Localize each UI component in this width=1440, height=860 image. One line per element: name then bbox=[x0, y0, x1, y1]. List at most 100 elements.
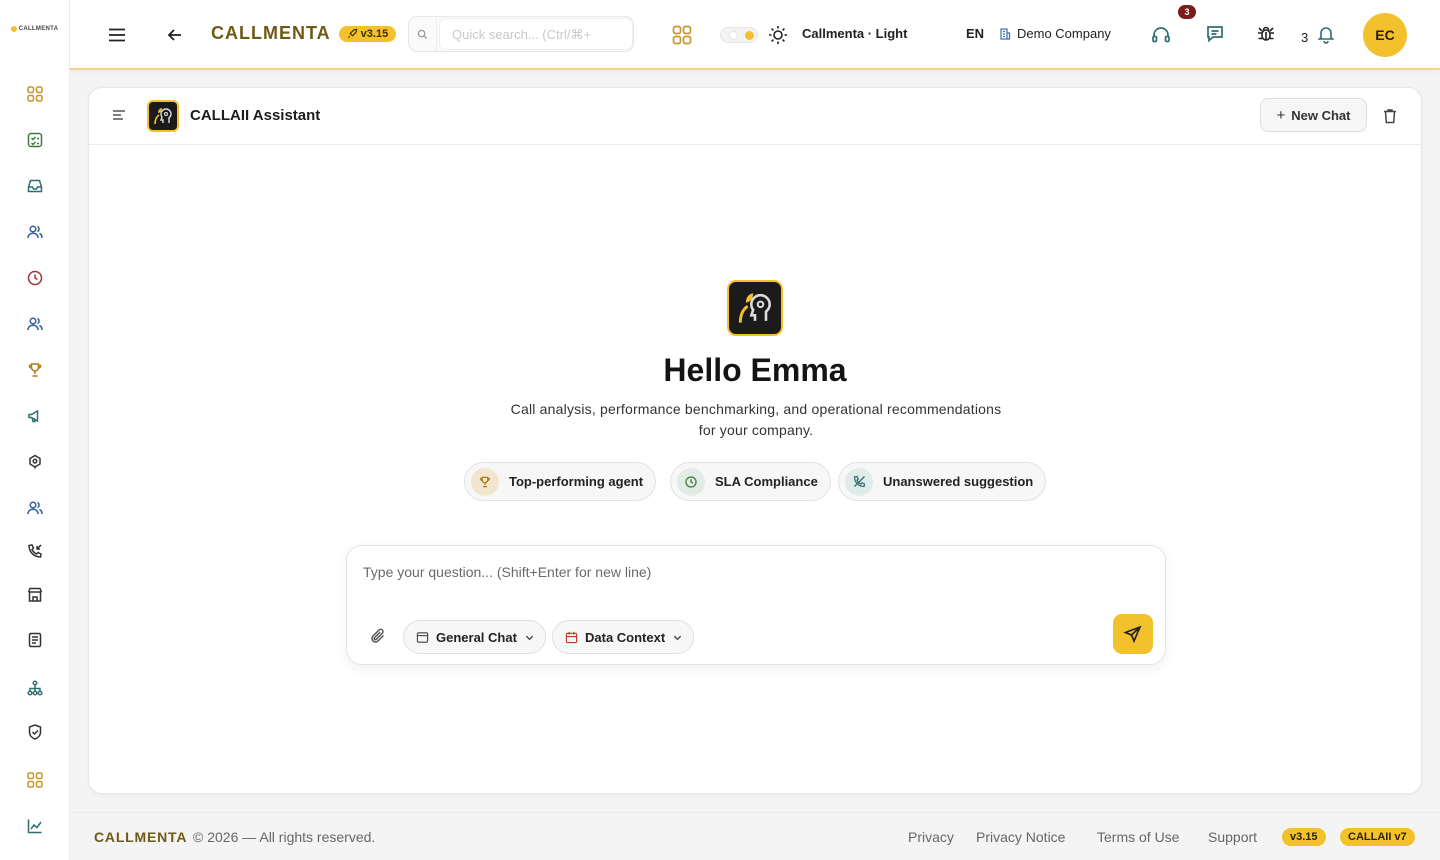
send-icon bbox=[1123, 625, 1142, 644]
sidebar-item-hierarchy[interactable] bbox=[22, 675, 48, 701]
assistant-subtitle: Call analysis, performance benchmarking,… bbox=[510, 401, 1002, 438]
chat-icon bbox=[1207, 26, 1223, 43]
quick-search bbox=[408, 16, 634, 52]
notifications-button[interactable] bbox=[1316, 24, 1336, 44]
theme-toggle[interactable] bbox=[720, 27, 758, 43]
delete-chat-button[interactable] bbox=[1381, 107, 1399, 130]
new-chat-label: New Chat bbox=[1291, 107, 1351, 123]
chat-input[interactable] bbox=[363, 564, 1083, 580]
avatar[interactable]: EC bbox=[1363, 13, 1407, 57]
clock-icon bbox=[27, 270, 43, 286]
company-selector[interactable]: Demo Company bbox=[999, 26, 1111, 41]
assistant-title: CALLAII Assistant bbox=[190, 107, 321, 124]
grid-icon bbox=[672, 25, 692, 45]
sidebar-item-agents[interactable] bbox=[22, 495, 48, 521]
sidebar-item-calls[interactable] bbox=[22, 538, 48, 564]
brand-name: CALLMENTA bbox=[211, 23, 331, 43]
support-button[interactable] bbox=[1150, 24, 1172, 46]
footer-ai-badge: CALLAII v7 bbox=[1340, 828, 1415, 846]
suggestion-label: Top-performing agent bbox=[509, 474, 644, 489]
megaphone-icon bbox=[28, 409, 39, 423]
agents-icon bbox=[27, 501, 43, 515]
footer-brand: CALLMENTA bbox=[94, 829, 188, 845]
footer-link-terms[interactable]: Terms of Use bbox=[1097, 829, 1179, 845]
footer-version-badge: v3.15 bbox=[1282, 828, 1326, 846]
footer-link-privacy[interactable]: Privacy bbox=[908, 829, 954, 845]
language-selector[interactable]: EN bbox=[966, 26, 984, 41]
report-icon bbox=[28, 632, 42, 648]
suggestion-unanswered[interactable]: Unanswered suggestion bbox=[838, 462, 1047, 501]
hero-assistant-logo bbox=[727, 280, 783, 336]
footer-link-support[interactable]: Support bbox=[1208, 829, 1257, 845]
notification-count: 3 bbox=[1301, 30, 1309, 45]
ai-head-icon bbox=[738, 293, 771, 323]
sidebar-item-history[interactable] bbox=[22, 265, 48, 291]
menu-toggle-button[interactable] bbox=[106, 24, 128, 46]
topbar: CALLMENTA v3.15 Callmenta · Light EN Dem… bbox=[70, 0, 1440, 70]
app-launcher-button[interactable] bbox=[671, 24, 693, 46]
building-icon bbox=[1000, 28, 1011, 40]
chart-line-icon bbox=[27, 819, 42, 834]
sidebar-logo[interactable]: CALLMENTA bbox=[0, 0, 69, 58]
sidebar-item-store[interactable] bbox=[22, 582, 48, 608]
sidebar-logo-text: CALLMENTA bbox=[18, 26, 59, 32]
sidebar-item-tasks[interactable] bbox=[22, 127, 48, 153]
attach-button[interactable] bbox=[369, 627, 387, 650]
phone-incoming-icon bbox=[28, 544, 42, 558]
sidebar-item-users[interactable] bbox=[22, 219, 48, 245]
store-icon bbox=[27, 587, 43, 602]
new-chat-button[interactable]: + New Chat bbox=[1260, 98, 1367, 132]
apps-icon bbox=[27, 772, 43, 788]
sidebar-item-campaigns[interactable] bbox=[22, 403, 48, 429]
messages-button[interactable] bbox=[1204, 23, 1226, 45]
version-badge: v3.15 bbox=[338, 25, 397, 42]
data-context-select[interactable]: Data Context bbox=[552, 620, 695, 654]
suggestion-top-agent[interactable]: Top-performing agent bbox=[464, 462, 657, 501]
sidebar-item-dashboard[interactable] bbox=[22, 81, 48, 107]
sidebar-item-security[interactable] bbox=[22, 719, 48, 745]
hamburger-icon bbox=[109, 28, 125, 42]
sidebar-item-team[interactable] bbox=[22, 311, 48, 337]
sidebar-item-leaderboard[interactable] bbox=[22, 357, 48, 383]
footer-link-privacy-notice[interactable]: Privacy Notice bbox=[976, 829, 1065, 845]
sidebar-item-apps[interactable] bbox=[22, 767, 48, 793]
sidebar-item-inbox[interactable] bbox=[22, 173, 48, 199]
phone-missed-icon bbox=[845, 467, 873, 496]
clock-icon bbox=[677, 467, 705, 496]
sun-icon[interactable] bbox=[767, 24, 789, 46]
history-toggle-button[interactable] bbox=[111, 107, 127, 128]
dashboard-icon bbox=[27, 86, 43, 102]
assistant-panel: CALLAII Assistant + New Chat Hello Emma … bbox=[88, 87, 1422, 794]
brand-block[interactable]: CALLMENTA v3.15 bbox=[211, 23, 397, 44]
trophy-icon bbox=[471, 467, 499, 496]
sitemap-icon bbox=[27, 680, 43, 696]
bug-report-button[interactable] bbox=[1255, 23, 1277, 45]
suggestion-sla-compliance[interactable]: SLA Compliance bbox=[670, 462, 831, 501]
rocket-icon bbox=[347, 28, 357, 39]
search-icon bbox=[409, 17, 437, 51]
assistant-header: CALLAII Assistant + New Chat bbox=[89, 88, 1421, 145]
company-name: Demo Company bbox=[1017, 26, 1111, 41]
shield-icon bbox=[28, 724, 42, 740]
sidebar-item-analytics[interactable] bbox=[22, 813, 48, 839]
arrow-left-icon bbox=[167, 29, 181, 41]
list-icon bbox=[113, 110, 125, 120]
theme-label[interactable]: Callmenta · Light bbox=[802, 26, 907, 41]
sidebar-item-integrations[interactable] bbox=[22, 449, 48, 475]
back-button[interactable] bbox=[165, 25, 185, 45]
chevron-down-icon bbox=[525, 635, 534, 640]
chevron-down-icon bbox=[674, 635, 682, 640]
sidebar: CALLMENTA bbox=[0, 0, 70, 860]
integration-icon bbox=[29, 454, 41, 469]
chat-mode-label: General Chat bbox=[436, 629, 517, 645]
chat-mode-select[interactable]: General Chat bbox=[403, 620, 546, 654]
users-icon bbox=[27, 225, 43, 239]
assistant-logo bbox=[147, 100, 179, 132]
checklist-icon bbox=[27, 132, 43, 148]
paperclip-icon bbox=[371, 628, 385, 643]
sidebar-item-reports[interactable] bbox=[22, 627, 48, 653]
chat-composer: General Chat Data Context bbox=[346, 545, 1166, 665]
team-icon bbox=[27, 317, 43, 331]
search-input[interactable] bbox=[439, 18, 633, 50]
send-button[interactable] bbox=[1113, 614, 1153, 654]
